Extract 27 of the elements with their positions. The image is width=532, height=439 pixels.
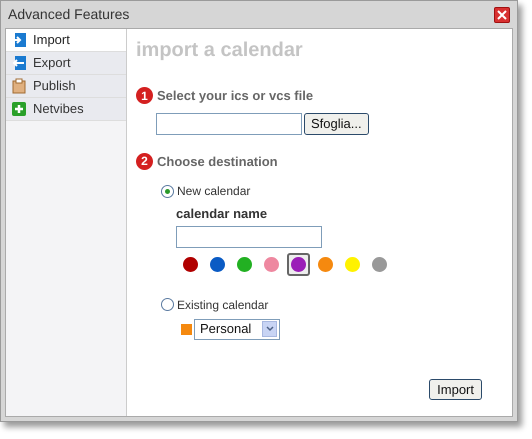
step-title: Select your ics or vcs file <box>157 87 314 105</box>
calendar-select[interactable]: Personal <box>194 318 280 340</box>
window-title: Advanced Features <box>8 5 130 24</box>
page-heading: import a calendar <box>136 38 304 63</box>
chevron-down-icon <box>266 326 274 332</box>
sidebar-item[interactable]: Export <box>6 52 126 75</box>
clipboard-icon <box>11 78 27 94</box>
sidebar-item[interactable]: Publish <box>6 75 126 98</box>
sidebar-item[interactable]: Netvibes <box>6 98 126 121</box>
plus-icon <box>11 101 27 117</box>
calendar-name-field[interactable] <box>176 226 322 248</box>
step-number: 2 <box>136 152 153 170</box>
file-path-field[interactable] <box>156 112 302 134</box>
import-button[interactable]: Import <box>429 379 482 400</box>
close-icon <box>497 10 507 20</box>
browse-button[interactable]: Sfoglia... <box>304 112 369 134</box>
color-swatch[interactable] <box>287 252 310 276</box>
step-number: 1 <box>136 87 153 104</box>
option-label: New calendar <box>177 183 250 200</box>
radio-button[interactable] <box>161 184 174 198</box>
export-arrow-icon <box>11 55 27 71</box>
close-button[interactable] <box>494 6 510 22</box>
option-label: Existing calendar <box>177 296 268 314</box>
step-title: Choose destination <box>157 152 278 170</box>
sidebar-item[interactable]: Import <box>6 29 126 52</box>
field-label: calendar name <box>176 205 268 223</box>
radio-button[interactable] <box>161 298 174 311</box>
